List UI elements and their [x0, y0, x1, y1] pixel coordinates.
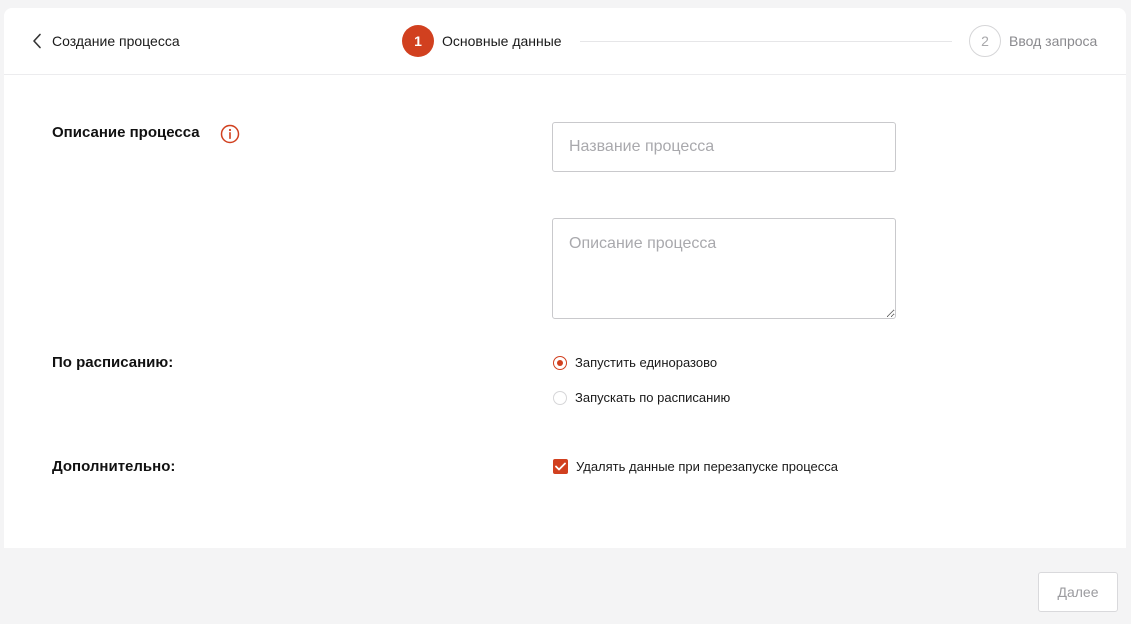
description-section-label: Описание процесса — [52, 124, 200, 141]
check-icon — [555, 462, 566, 471]
delete-data-checkbox[interactable] — [553, 459, 568, 474]
delete-data-checkbox-label: Удалять данные при перезапуске процесса — [576, 459, 838, 474]
extra-section-label: Дополнительно: — [52, 458, 176, 475]
stepper-connector — [580, 41, 952, 42]
process-description-textarea[interactable] — [552, 218, 896, 319]
step-1: 1 Основные данные — [402, 25, 562, 57]
page-header: Создание процесса 1 Основные данные 2 Вв… — [4, 8, 1126, 75]
info-icon[interactable] — [220, 124, 240, 149]
next-button[interactable]: Далее — [1038, 572, 1118, 612]
step-1-number: 1 — [402, 25, 434, 57]
radio-run-once[interactable]: Запустить единоразово — [553, 355, 717, 370]
radio-run-once-label: Запустить единоразово — [575, 355, 718, 370]
process-form-card: Создание процесса 1 Основные данные 2 Вв… — [4, 8, 1126, 548]
process-name-input[interactable] — [552, 122, 896, 172]
schedule-section-label: По расписанию: — [52, 354, 174, 371]
step-2: 2 Ввод запроса — [969, 25, 1097, 57]
back-label: Создание процесса — [52, 33, 180, 49]
delete-data-checkbox-row[interactable]: Удалять данные при перезапуске процесса — [553, 459, 838, 474]
radio-run-scheduled-label: Запускать по расписанию — [575, 390, 731, 405]
step-2-number: 2 — [969, 25, 1001, 57]
back-button[interactable]: Создание процесса — [32, 30, 180, 52]
step-2-label: Ввод запроса — [1009, 33, 1098, 49]
radio-run-scheduled[interactable]: Запускать по расписанию — [553, 390, 730, 405]
radio-run-once-indicator[interactable] — [553, 355, 567, 370]
step-1-label: Основные данные — [442, 33, 562, 49]
chevron-left-icon — [32, 33, 42, 49]
radio-run-scheduled-indicator[interactable] — [553, 390, 567, 405]
